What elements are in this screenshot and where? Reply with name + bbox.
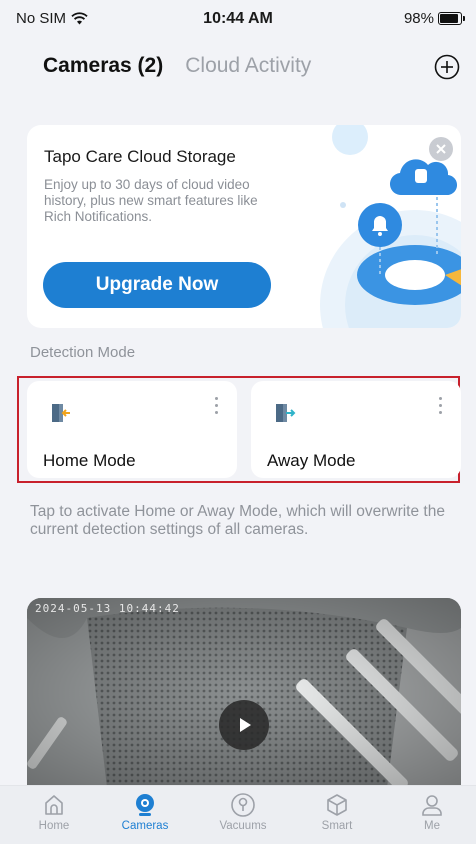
more-vertical-icon[interactable] xyxy=(211,397,221,421)
detection-mode-heading: Detection Mode xyxy=(30,344,136,361)
nav-label-vacuums: Vacuums xyxy=(219,820,267,832)
cloud-storage-promo-card: Tapo Care Cloud Storage Enjoy up to 30 d… xyxy=(27,125,461,328)
away-mode-label: Away Mode xyxy=(267,451,356,470)
battery-status: 98% xyxy=(403,10,465,27)
home-mode-label: Home Mode xyxy=(43,451,136,470)
close-icon[interactable] xyxy=(429,137,453,161)
more-vertical-icon[interactable] xyxy=(435,397,445,421)
nav-item-home[interactable]: Home xyxy=(14,786,94,832)
nav-item-cameras[interactable]: Cameras xyxy=(105,786,185,832)
top-tabs: Cameras (2) Cloud Activity xyxy=(43,54,311,78)
plus-circle-icon[interactable] xyxy=(434,54,460,80)
upgrade-now-button[interactable]: Upgrade Now xyxy=(43,262,271,308)
person-icon xyxy=(422,795,442,816)
promo-description: Enjoy up to 30 days of cloud video histo… xyxy=(44,177,258,224)
battery-icon xyxy=(438,12,465,25)
tab-cloud-activity[interactable]: Cloud Activity xyxy=(185,54,311,78)
play-icon[interactable] xyxy=(219,700,269,750)
detection-mode-info: Tap to activate Home or Away Mode, which… xyxy=(30,503,445,538)
nav-label-smart: Smart xyxy=(321,820,353,832)
promo-title: Tapo Care Cloud Storage xyxy=(44,147,236,166)
camera-icon xyxy=(136,794,154,816)
battery-label: 98% xyxy=(403,10,434,27)
nav-item-me[interactable]: Me xyxy=(392,786,472,832)
cube-icon xyxy=(327,794,347,816)
home-mode-card[interactable]: Home Mode xyxy=(27,381,237,478)
camera-timestamp: 2024-05-13 10:44:42 xyxy=(35,602,180,615)
bottom-nav: Home Cameras Vacuums Smart Me xyxy=(0,785,476,844)
status-bar: No SIM 10:44 AM 98% xyxy=(0,0,476,36)
nav-label-me: Me xyxy=(424,820,440,832)
nav-item-smart[interactable]: Smart xyxy=(297,786,377,832)
home-mode-icon xyxy=(52,404,70,422)
away-mode-card[interactable]: Away Mode xyxy=(251,381,461,478)
tab-cameras[interactable]: Cameras (2) xyxy=(43,54,163,78)
nav-item-vacuums[interactable]: Vacuums xyxy=(203,786,283,832)
camera-preview[interactable]: 2024-05-13 10:44:42 xyxy=(27,598,461,788)
away-mode-icon xyxy=(276,404,296,422)
home-icon xyxy=(45,795,63,815)
camera-feed-image xyxy=(27,598,461,788)
nav-label-cameras: Cameras xyxy=(121,820,169,832)
vacuum-icon xyxy=(231,793,255,817)
nav-label-home: Home xyxy=(38,820,70,832)
